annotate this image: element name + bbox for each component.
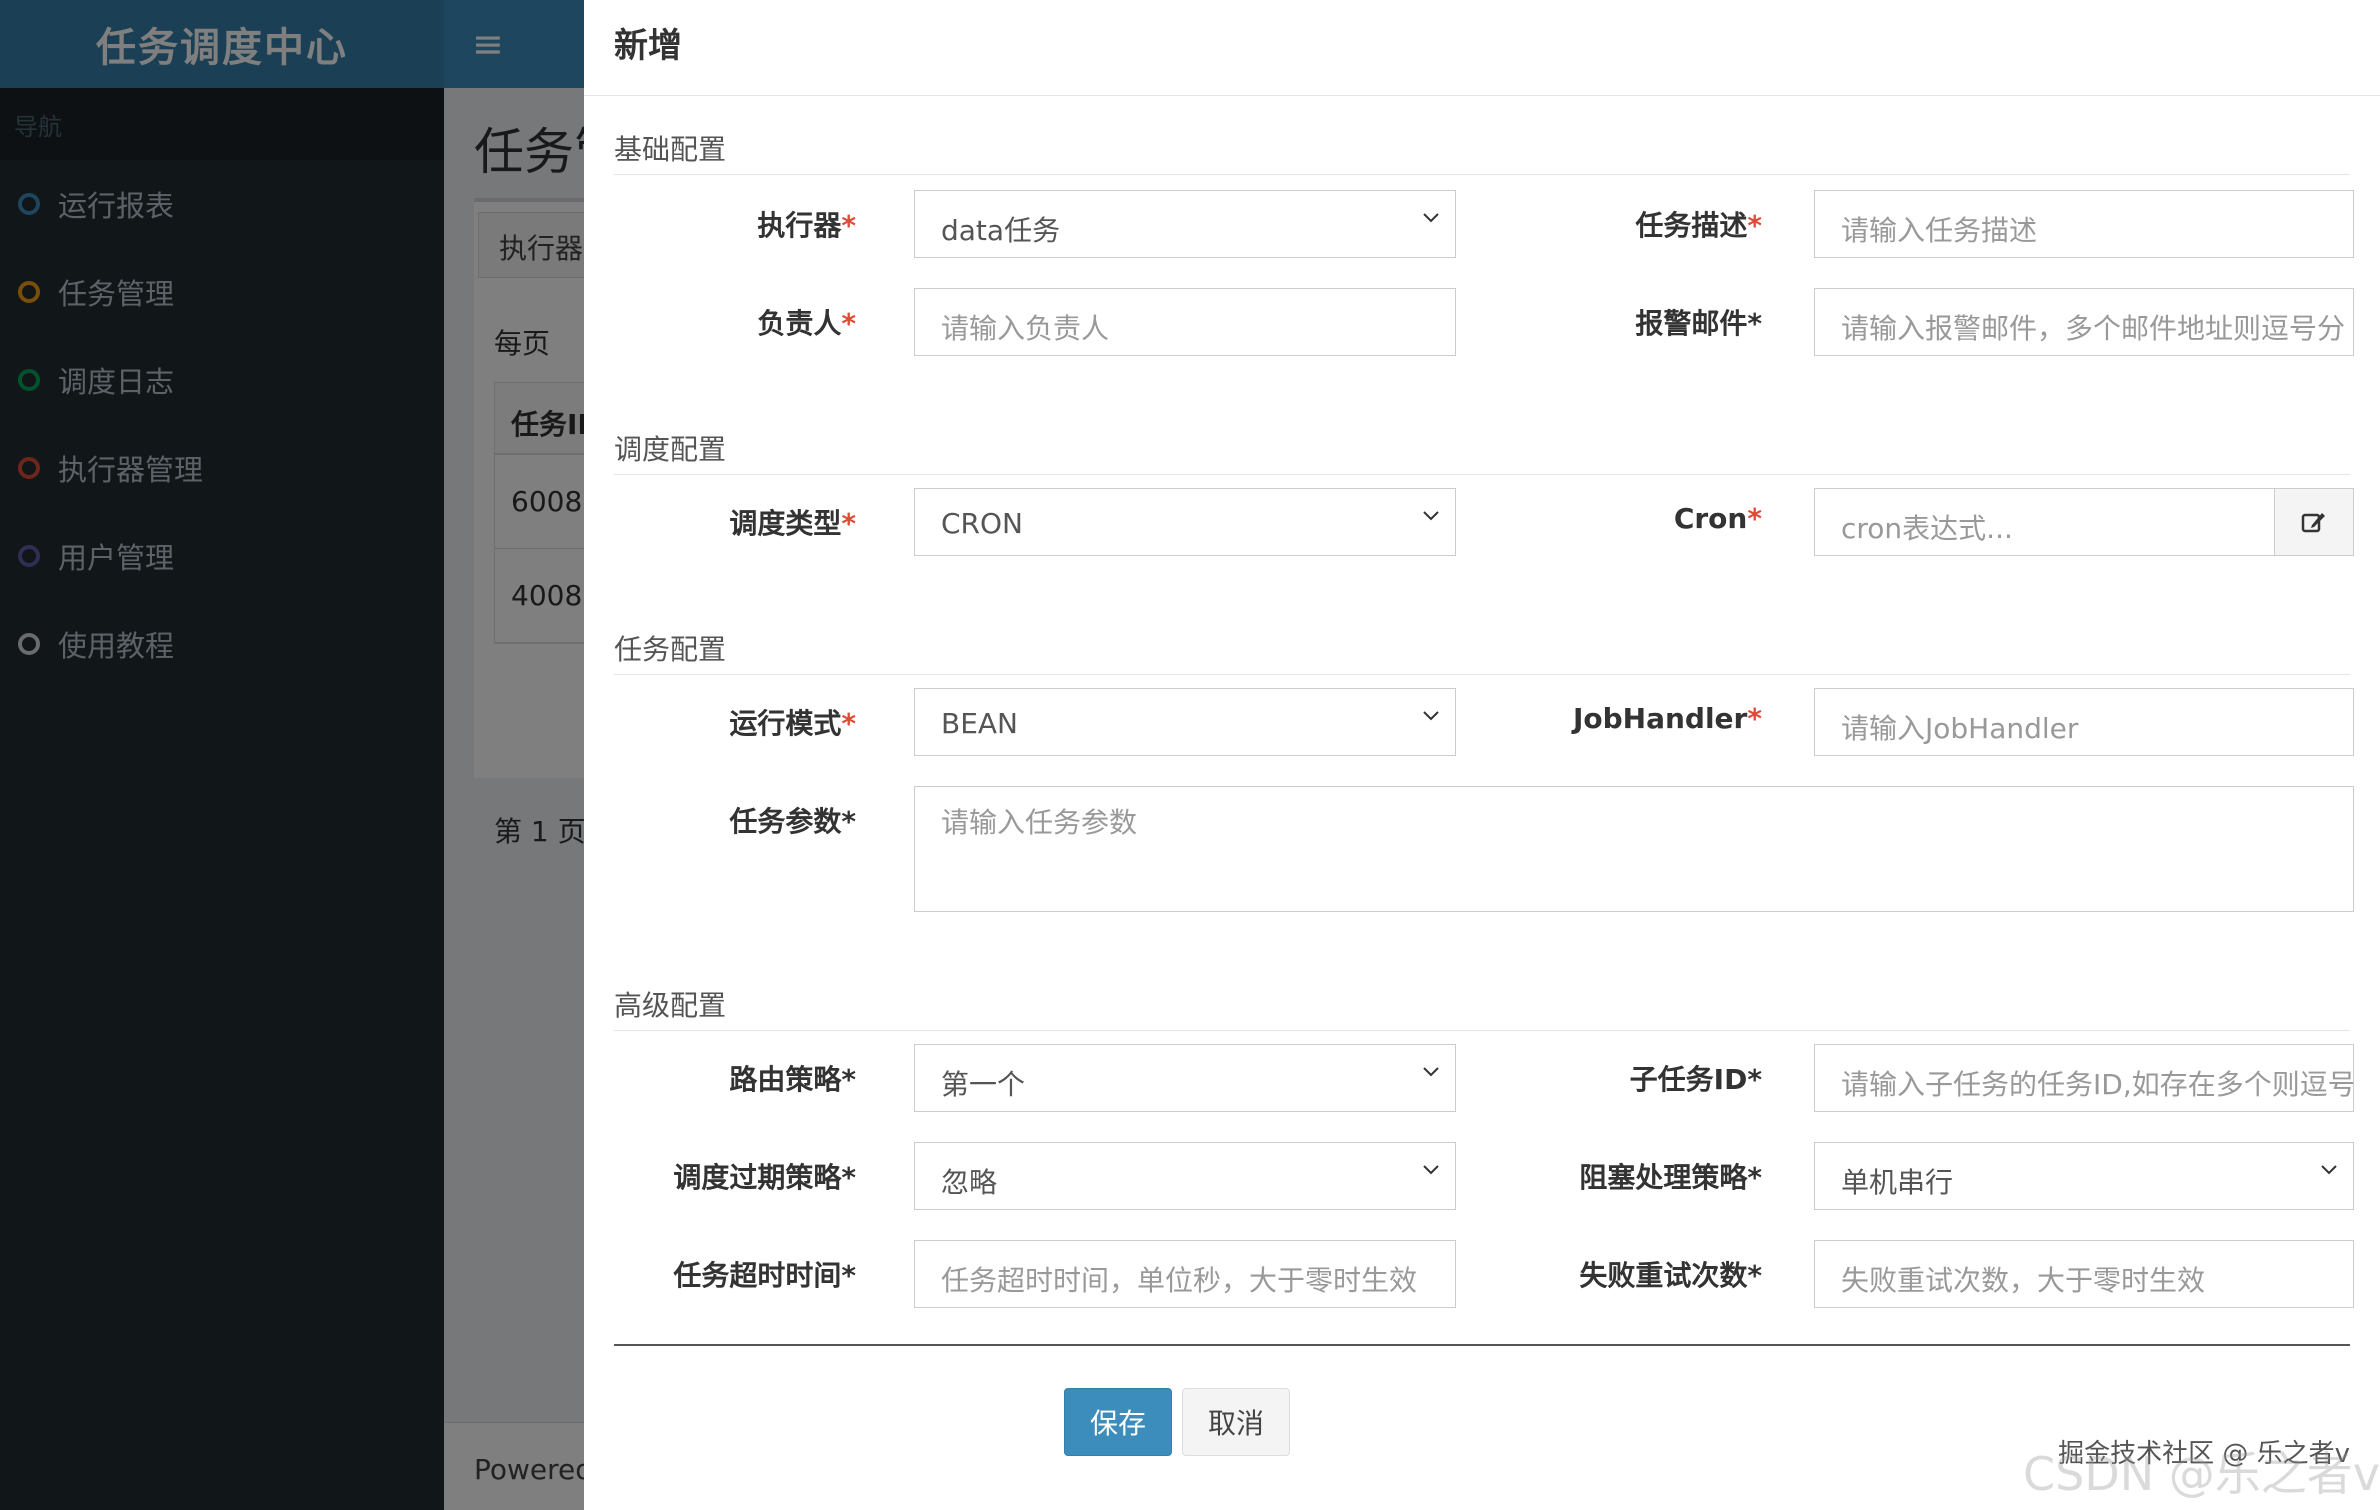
chevron-down-icon (1423, 213, 1439, 223)
run-mode-select[interactable]: BEAN (914, 688, 1456, 756)
email-input[interactable]: 请输入报警邮件，多个邮件地址则逗号分 (1814, 288, 2354, 356)
add-job-modal: 新增 基础配置 执行器* data任务 任务描述* 请输入任务描述 负责人* 请… (584, 0, 2380, 1510)
desc-label: 任务描述* (1635, 209, 1762, 242)
run-mode-label: 运行模式* (729, 707, 856, 740)
owner-label: 负责人* (757, 307, 856, 340)
schedule-type-select[interactable]: CRON (914, 488, 1456, 556)
watermark-csdn: CSDN @乐之者v (2023, 1447, 2380, 1501)
chevron-down-icon (2321, 1165, 2337, 1175)
save-button[interactable]: 保存 (1064, 1388, 1172, 1456)
timeout-label: 任务超时时间* (673, 1259, 856, 1292)
cancel-button[interactable]: 取消 (1182, 1388, 1290, 1456)
executor-select[interactable]: data任务 (914, 190, 1456, 258)
misfire-label: 调度过期策略* (673, 1161, 856, 1194)
edit-icon (2301, 513, 2325, 533)
params-textarea[interactable]: 请输入任务参数 (914, 786, 2354, 912)
job-handler-input[interactable]: 请输入JobHandler (1814, 688, 2354, 756)
schedule-type-label: 调度类型* (729, 507, 856, 540)
params-label: 任务参数* (729, 805, 856, 838)
block-select[interactable]: 单机串行 (1814, 1142, 2354, 1210)
child-id-label: 子任务ID* (1629, 1063, 1762, 1096)
section-advanced: 高级配置 (614, 984, 2350, 1031)
email-label: 报警邮件* (1635, 307, 1762, 340)
chevron-down-icon (1423, 711, 1439, 721)
route-select[interactable]: 第一个 (914, 1044, 1456, 1112)
route-label: 路由策略* (729, 1063, 856, 1096)
section-basic: 基础配置 (614, 128, 2350, 175)
child-id-input[interactable]: 请输入子任务的任务ID,如存在多个则逗号分隔 (1814, 1044, 2354, 1112)
retry-label: 失败重试次数* (1579, 1259, 1762, 1292)
job-handler-label: JobHandler* (1572, 702, 1762, 735)
section-task: 任务配置 (614, 628, 2350, 675)
cron-input[interactable]: cron表达式... (1814, 488, 2276, 556)
desc-input[interactable]: 请输入任务描述 (1814, 190, 2354, 258)
cron-edit-button[interactable] (2274, 488, 2354, 556)
retry-input[interactable]: 失败重试次数，大于零时生效 (1814, 1240, 2354, 1308)
modal-title: 新增 (614, 26, 682, 66)
timeout-input[interactable]: 任务超时时间，单位秒，大于零时生效 (914, 1240, 1456, 1308)
cron-label: Cron* (1673, 502, 1762, 535)
executor-label: 执行器* (757, 209, 856, 242)
section-schedule: 调度配置 (614, 428, 2350, 475)
chevron-down-icon (1423, 1165, 1439, 1175)
misfire-select[interactable]: 忽略 (914, 1142, 1456, 1210)
chevron-down-icon (1423, 511, 1439, 521)
owner-input[interactable]: 请输入负责人 (914, 288, 1456, 356)
chevron-down-icon (1423, 1067, 1439, 1077)
block-label: 阻塞处理策略* (1579, 1161, 1762, 1194)
form-divider (614, 1344, 2350, 1346)
modal-header: 新增 (584, 0, 2380, 96)
